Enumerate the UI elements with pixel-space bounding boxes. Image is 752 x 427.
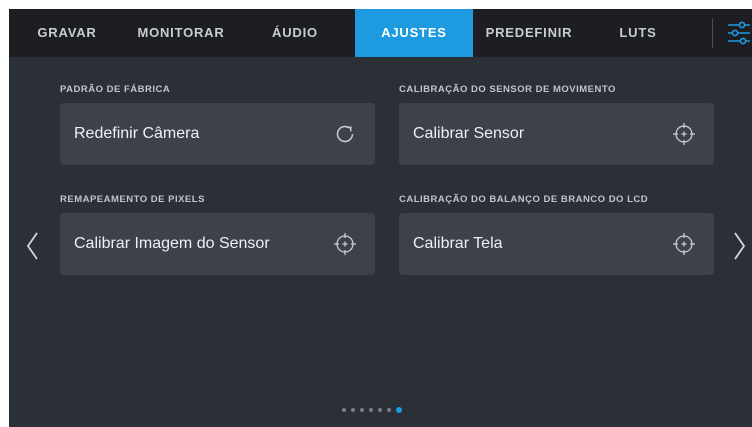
crosshair-icon <box>672 122 696 146</box>
page-dot[interactable] <box>378 408 382 412</box>
crosshair-icon <box>333 232 357 256</box>
menu-divider <box>712 18 713 48</box>
page-indicator <box>342 406 402 414</box>
calibrate-screen-label: Calibrar Tela <box>413 235 503 252</box>
refresh-icon <box>333 122 357 146</box>
tab-gravar[interactable]: GRAVAR <box>27 9 107 57</box>
page-dot[interactable] <box>360 408 364 412</box>
page-dot[interactable] <box>351 408 355 412</box>
chevron-right-icon[interactable] <box>729 229 749 263</box>
chevron-left-icon[interactable] <box>23 229 43 263</box>
tab-bar: GRAVAR MONITORAR ÁUDIO AJUSTES PREDEFINI… <box>9 9 752 57</box>
sliders-icon[interactable] <box>726 20 752 46</box>
tab-audio[interactable]: ÁUDIO <box>265 9 325 57</box>
page-dot[interactable] <box>342 408 346 412</box>
pixel-remap-title: REMAPEAMENTO DE PIXELS <box>60 194 205 205</box>
tab-ajustes[interactable]: AJUSTES <box>355 9 473 57</box>
calibrate-sensor-image-label: Calibrar Imagem do Sensor <box>74 235 270 252</box>
tab-monitorar[interactable]: MONITORAR <box>131 9 231 57</box>
factory-reset-title: PADRÃO DE FÁBRICA <box>60 84 171 95</box>
calibrate-sensor-image-button[interactable]: Calibrar Imagem do Sensor <box>60 213 375 275</box>
reset-camera-button[interactable]: Redefinir Câmera <box>60 103 375 165</box>
motion-sensor-title: CALIBRAÇÃO DO SENSOR DE MOVIMENTO <box>399 84 616 95</box>
lcd-white-balance-title: CALIBRAÇÃO DO BALANÇO DE BRANCO DO LCD <box>399 194 649 205</box>
camera-settings-screen: GRAVAR MONITORAR ÁUDIO AJUSTES PREDEFINI… <box>9 9 752 427</box>
calibrate-screen-button[interactable]: Calibrar Tela <box>399 213 714 275</box>
tab-luts[interactable]: LUTS <box>614 9 662 57</box>
page-dot[interactable] <box>387 408 391 412</box>
page-dot-active[interactable] <box>396 407 402 413</box>
page-dot[interactable] <box>369 408 373 412</box>
calibrate-sensor-button[interactable]: Calibrar Sensor <box>399 103 714 165</box>
calibrate-sensor-label: Calibrar Sensor <box>413 125 525 142</box>
crosshair-icon <box>672 232 696 256</box>
reset-camera-label: Redefinir Câmera <box>74 125 200 142</box>
tab-predefinir[interactable]: PREDEFINIR <box>481 9 577 57</box>
